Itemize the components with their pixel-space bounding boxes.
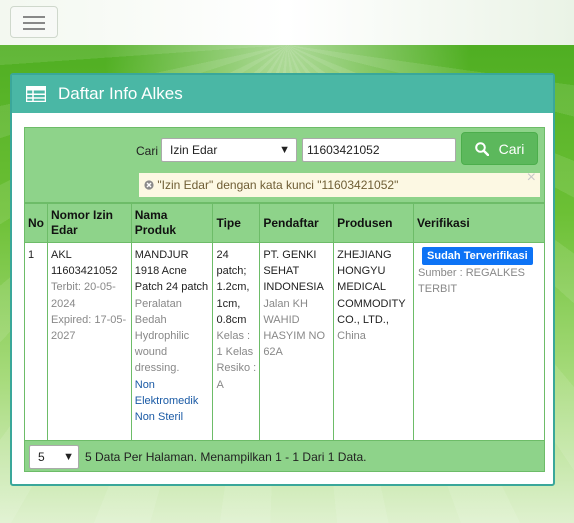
cell-verifikasi: Sudah Terverifikasi Sumber : REGALKES TE… <box>413 242 545 443</box>
produk-desc: Peralatan Bedah Hydrophilic wound dressi… <box>134 297 190 375</box>
search-filter-alert: "Izin Edar" dengan kata kunci "116034210… <box>139 170 540 197</box>
cell-pendaftar: PT. GENKI SEHAT INDONESIA Jalan KH WAHID… <box>259 242 335 443</box>
column-header-tipe: Tipe <box>212 203 261 243</box>
izin-terbit: Terbit: 20-05-2024 <box>51 281 116 310</box>
hamburger-line <box>23 28 45 30</box>
search-icon <box>474 141 489 156</box>
produk-kategori: Non Elektromedik Non Steril <box>134 378 199 424</box>
chevron-down-icon: ▼ <box>279 144 290 156</box>
pagination-bar: 5 ▼ 5 Data Per Halaman. Menampilkan 1 - … <box>24 440 545 472</box>
search-button[interactable]: Cari <box>461 132 538 165</box>
tipe-kelas: Kelas : 1 Kelas Resiko : A <box>216 330 257 391</box>
produk-nama: MANDJUR 1918 Acne Patch 24 patch <box>134 249 209 294</box>
column-header-pendaftar: Pendaftar <box>259 203 335 243</box>
search-field-value: Izin Edar <box>170 143 218 157</box>
column-header-produk: Nama Produk <box>130 203 214 243</box>
produsen-nama: ZHEJIANG HONGYU MEDICAL COMMODITY CO., L… <box>337 249 406 326</box>
hamburger-line <box>23 16 45 18</box>
top-navbar <box>0 0 574 45</box>
panel-title: Daftar Info Alkes <box>58 84 183 103</box>
column-header-produsen: Produsen <box>333 203 415 243</box>
chevron-down-icon: ▼ <box>63 451 74 463</box>
cell-produsen: ZHEJIANG HONGYU MEDICAL COMMODITY CO., L… <box>333 242 415 443</box>
search-input-value: 11603421052 <box>307 143 380 157</box>
table-row: 1 AKL 11603421052 Terbit: 20-05-2024 Exp… <box>24 242 545 443</box>
per-page-value: 5 <box>38 450 45 464</box>
column-header-izin: Nomor Izin Edar <box>47 203 132 243</box>
pendaftar-alamat: Jalan KH WAHID HASYIM NO 62A <box>263 297 326 359</box>
cell-tipe: 24 patch; 1.2cm, 1cm, 0.8cm Kelas : 1 Ke… <box>212 242 261 443</box>
column-header-verifikasi: Verifikasi <box>413 203 545 243</box>
hamburger-line <box>23 22 45 24</box>
close-icon[interactable]: × <box>527 170 536 186</box>
search-input[interactable]: 11603421052 <box>302 138 456 162</box>
verifikasi-sumber: Sumber : REGALKES TERBIT <box>418 267 526 296</box>
cancel-circle-icon[interactable] <box>144 180 154 190</box>
info-alkes-panel: Daftar Info Alkes Cari Izin Edar ▼ 11603… <box>10 73 555 486</box>
alkes-table: No Nomor Izin Edar Nama Produk Tipe Pend… <box>24 203 545 443</box>
panel-body: Cari Izin Edar ▼ 11603421052 Cari "Izin … <box>24 127 545 472</box>
pendaftar-nama: PT. GENKI SEHAT INDONESIA <box>263 249 324 294</box>
hamburger-icon[interactable] <box>10 6 58 38</box>
search-button-label: Cari <box>498 140 525 157</box>
cell-izin: AKL 11603421052 Terbit: 20-05-2024 Expir… <box>47 242 132 443</box>
cell-no: 1 <box>24 242 48 443</box>
produsen-negara: China <box>337 330 366 343</box>
search-form: Cari Izin Edar ▼ 11603421052 Cari "Izin … <box>24 127 545 203</box>
izin-expired: Expired: 17-05-2027 <box>51 313 127 343</box>
tipe-ukuran: 24 patch; 1.2cm, 1cm, 0.8cm <box>216 249 250 326</box>
column-header-no: No <box>24 203 48 243</box>
izin-number: AKL 11603421052 <box>51 249 118 278</box>
table-icon <box>26 86 46 102</box>
search-field-select[interactable]: Izin Edar ▼ <box>161 138 297 162</box>
pagination-info: 5 Data Per Halaman. Menampilkan 1 - 1 Da… <box>85 450 367 464</box>
table-header-row: No Nomor Izin Edar Nama Produk Tipe Pend… <box>24 203 545 243</box>
search-label: Cari <box>136 144 159 158</box>
search-filter-text: "Izin Edar" dengan kata kunci "116034210… <box>157 178 399 192</box>
cell-produk: MANDJUR 1918 Acne Patch 24 patch Peralat… <box>130 242 214 443</box>
status-badge: Sudah Terverifikasi <box>422 247 533 266</box>
panel-header: Daftar Info Alkes <box>12 75 553 113</box>
per-page-select[interactable]: 5 ▼ <box>29 445 79 469</box>
